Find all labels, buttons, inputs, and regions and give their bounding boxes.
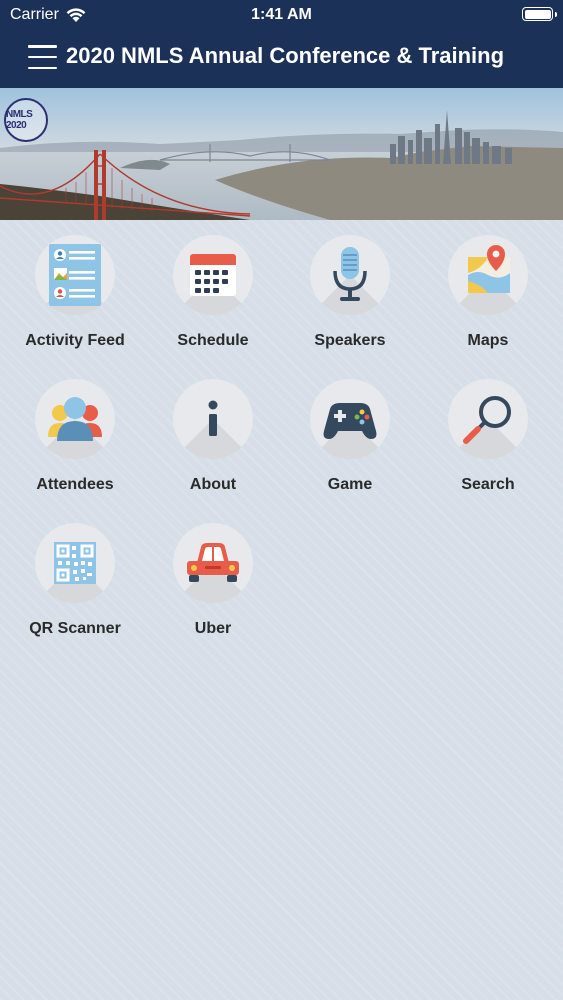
banner-image: NMLS 2020: [0, 88, 563, 220]
activity-feed-icon: [35, 235, 115, 315]
tile-search[interactable]: Search: [419, 379, 557, 509]
tile-label: Attendees: [36, 476, 114, 493]
tile-label: Uber: [194, 620, 232, 637]
tile-maps[interactable]: Maps: [419, 235, 557, 365]
magnifier-icon: [448, 379, 528, 459]
tile-activity-feed[interactable]: Activity Feed: [6, 235, 144, 365]
tile-speakers[interactable]: Speakers: [281, 235, 419, 365]
hamburger-menu-icon[interactable]: [28, 45, 57, 69]
tile-label: QR Scanner: [29, 620, 121, 637]
calendar-icon: [173, 235, 253, 315]
map-icon: [448, 235, 528, 315]
app-header: Carrier 1:41 AM 2020 NMLS Annual Confere…: [0, 0, 563, 88]
qr-code-icon: [35, 523, 115, 603]
main-content: Activity Feed Schedule Speakers Maps Att…: [0, 220, 563, 1000]
status-bar: Carrier 1:41 AM: [0, 0, 563, 30]
tile-uber[interactable]: Uber: [144, 523, 282, 653]
car-icon: [173, 523, 253, 603]
tile-label: Speakers: [314, 332, 386, 349]
people-icon: [35, 379, 115, 459]
tile-label: Schedule: [177, 332, 249, 349]
tile-schedule[interactable]: Schedule: [144, 235, 282, 365]
tile-about[interactable]: About: [144, 379, 282, 509]
tile-label: Activity Feed: [25, 332, 125, 349]
info-icon: [173, 379, 253, 459]
nmls-logo: NMLS 2020: [4, 98, 48, 142]
tile-qr-scanner[interactable]: QR Scanner: [6, 523, 144, 653]
battery-icon: [522, 7, 557, 21]
tile-label: Maps: [467, 332, 509, 349]
tile-attendees[interactable]: Attendees: [6, 379, 144, 509]
tile-game[interactable]: Game: [281, 379, 419, 509]
tile-label: About: [189, 476, 237, 493]
microphone-icon: [310, 235, 390, 315]
gamepad-icon: [310, 379, 390, 459]
tile-label: Search: [461, 476, 515, 493]
page-title: 2020 NMLS Annual Conference & Training: [66, 43, 505, 68]
tile-label: Game: [327, 476, 373, 493]
clock: 1:41 AM: [251, 6, 312, 23]
